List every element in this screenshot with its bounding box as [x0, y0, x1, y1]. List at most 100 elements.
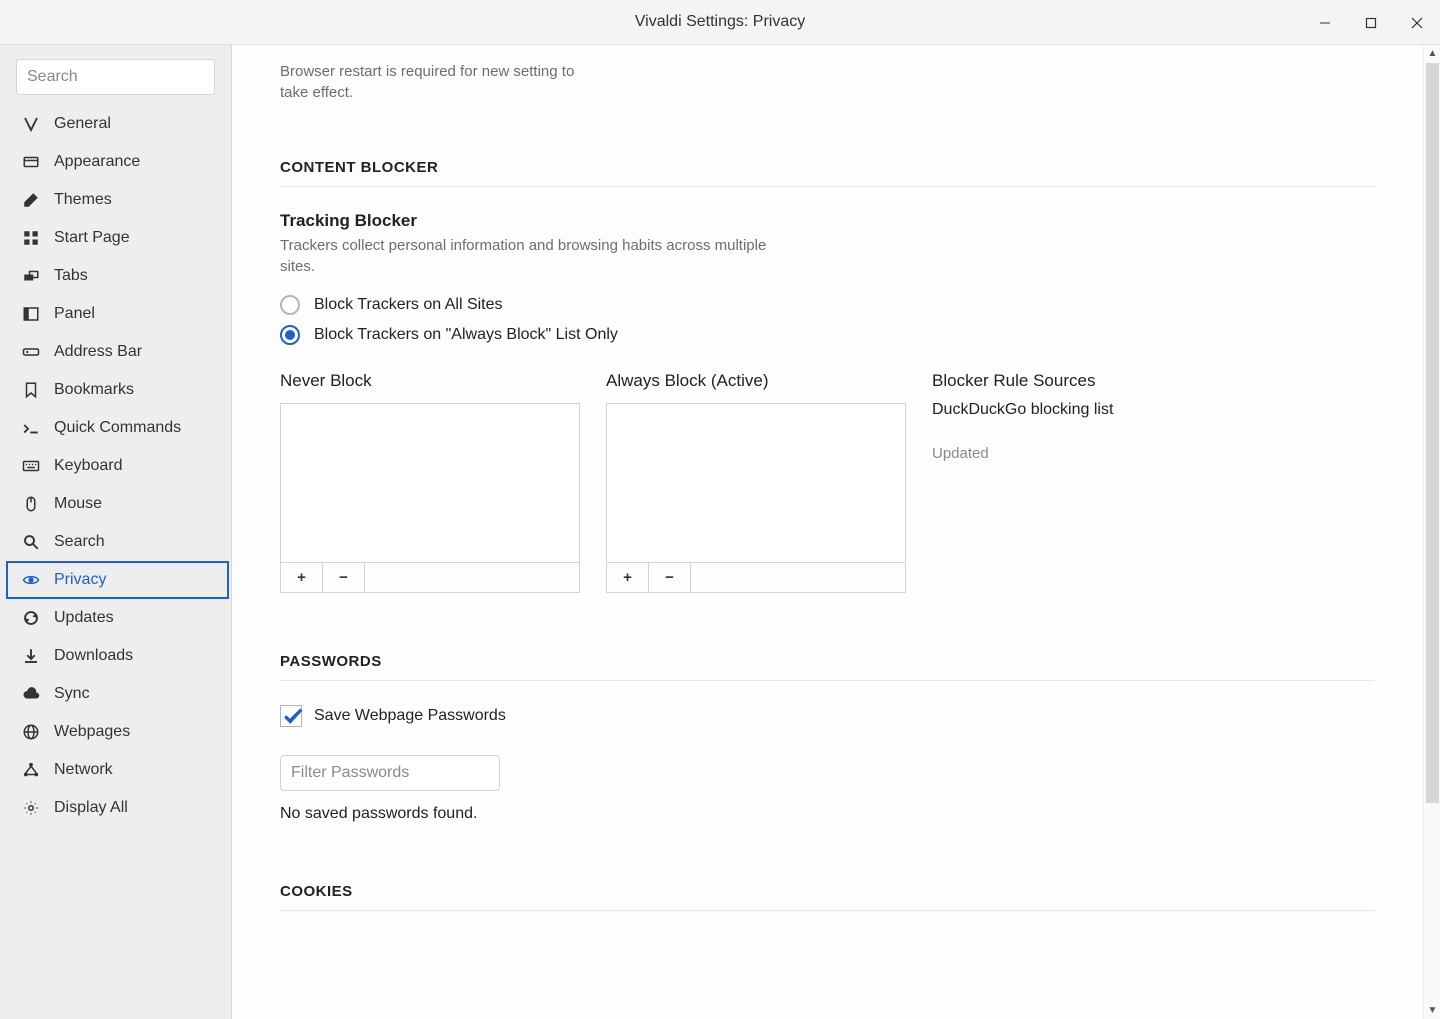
- sidebar-item-label: Search: [54, 533, 105, 551]
- sidebar-item-panel[interactable]: Panel: [0, 295, 231, 333]
- never-block-list[interactable]: [280, 403, 580, 563]
- sidebar-item-quick-commands[interactable]: Quick Commands: [0, 409, 231, 447]
- rule-sources-title: Blocker Rule Sources: [932, 371, 1375, 391]
- sync-icon: [22, 609, 40, 627]
- panel-icon: [22, 305, 40, 323]
- maximize-button[interactable]: [1348, 0, 1394, 45]
- search-icon: [22, 533, 40, 551]
- sidebar-item-label: Downloads: [54, 647, 133, 665]
- sidebar-item-label: Appearance: [54, 153, 140, 171]
- radio-label: Block Trackers on All Sites: [314, 296, 503, 314]
- restart-notice: Browser restart is required for new sett…: [280, 61, 580, 103]
- sidebar-item-label: Tabs: [54, 267, 88, 285]
- no-passwords-text: No saved passwords found.: [280, 805, 1375, 823]
- save-passwords-label: Save Webpage Passwords: [314, 707, 506, 725]
- gear-icon: [22, 799, 40, 817]
- sidebar-item-label: Mouse: [54, 495, 102, 513]
- sidebar-item-appearance[interactable]: Appearance: [0, 143, 231, 181]
- scroll-up-button[interactable]: ▲: [1424, 45, 1440, 62]
- sidebar-item-network[interactable]: Network: [0, 751, 231, 789]
- sidebar-item-start-page[interactable]: Start Page: [0, 219, 231, 257]
- rule-sources-item: DuckDuckGo blocking list: [932, 401, 1375, 419]
- sidebar-item-keyboard[interactable]: Keyboard: [0, 447, 231, 485]
- sidebar-item-label: Privacy: [54, 571, 106, 589]
- sidebar-item-search[interactable]: Search: [0, 523, 231, 561]
- passwords-heading: PASSWORDS: [280, 653, 1375, 681]
- keyboard-icon: [22, 457, 40, 475]
- sidebar-item-label: Display All: [54, 799, 128, 817]
- never-block-remove-button[interactable]: −: [323, 563, 365, 592]
- tabs-icon: [22, 267, 40, 285]
- brush-icon: [22, 191, 40, 209]
- eye-icon: [22, 571, 40, 589]
- sidebar-item-tabs[interactable]: Tabs: [0, 257, 231, 295]
- vivaldi-icon: [22, 115, 40, 133]
- never-block-spacer: [365, 563, 579, 592]
- addressbar-icon: [22, 343, 40, 361]
- sidebar-item-bookmarks[interactable]: Bookmarks: [0, 371, 231, 409]
- check-icon: [280, 705, 302, 727]
- always-block-title: Always Block (Active): [606, 371, 906, 391]
- radio-label: Block Trackers on "Always Block" List On…: [314, 326, 618, 344]
- tracking-blocker-title: Tracking Blocker: [280, 211, 1375, 231]
- sidebar-item-label: General: [54, 115, 111, 133]
- sidebar-item-label: Panel: [54, 305, 95, 323]
- scroll-thumb[interactable]: [1426, 63, 1439, 803]
- bookmark-icon: [22, 381, 40, 399]
- maximize-icon: [1365, 17, 1377, 29]
- network-icon: [22, 761, 40, 779]
- sidebar-item-downloads[interactable]: Downloads: [0, 637, 231, 675]
- search-input[interactable]: [16, 59, 215, 95]
- scroll-down-button[interactable]: ▼: [1424, 1002, 1440, 1019]
- close-icon: [1411, 17, 1423, 29]
- radio-icon: [280, 325, 300, 345]
- always-block-add-button[interactable]: +: [607, 563, 649, 592]
- save-passwords-checkbox[interactable]: Save Webpage Passwords: [280, 705, 1375, 727]
- sidebar-item-label: Quick Commands: [54, 419, 181, 437]
- always-block-list[interactable]: [606, 403, 906, 563]
- never-block-title: Never Block: [280, 371, 580, 391]
- sidebar-item-label: Sync: [54, 685, 90, 703]
- sidebar-item-webpages[interactable]: Webpages: [0, 713, 231, 751]
- close-button[interactable]: [1394, 0, 1440, 45]
- tracking-blocker-desc: Trackers collect personal information an…: [280, 235, 800, 277]
- mouse-icon: [22, 495, 40, 513]
- sidebar-item-label: Network: [54, 761, 113, 779]
- sidebar: General Appearance Themes Start Page Tabs Pan…: [0, 45, 232, 1019]
- sidebar-item-label: Start Page: [54, 229, 130, 247]
- rule-sources-updated: Updated: [932, 445, 1375, 462]
- sidebar-item-sync[interactable]: Sync: [0, 675, 231, 713]
- quick-icon: [22, 419, 40, 437]
- minimize-icon: [1319, 17, 1331, 29]
- tracking-option-0[interactable]: Block Trackers on All Sites: [280, 295, 1375, 315]
- sidebar-item-mouse[interactable]: Mouse: [0, 485, 231, 523]
- never-block-add-button[interactable]: +: [281, 563, 323, 592]
- radio-icon: [280, 295, 300, 315]
- sidebar-item-display-all[interactable]: Display All: [0, 789, 231, 827]
- download-icon: [22, 647, 40, 665]
- filter-passwords-input[interactable]: [280, 755, 500, 791]
- tracking-option-1[interactable]: Block Trackers on "Always Block" List On…: [280, 325, 1375, 345]
- content-blocker-heading: CONTENT BLOCKER: [280, 159, 1375, 187]
- sidebar-item-label: Webpages: [54, 723, 130, 741]
- always-block-remove-button[interactable]: −: [649, 563, 691, 592]
- sidebar-item-themes[interactable]: Themes: [0, 181, 231, 219]
- grid-icon: [22, 229, 40, 247]
- sidebar-item-general[interactable]: General: [0, 105, 231, 143]
- sidebar-item-label: Bookmarks: [54, 381, 134, 399]
- globe-icon: [22, 723, 40, 741]
- sidebar-item-label: Themes: [54, 191, 112, 209]
- cookies-heading: COOKIES: [280, 883, 1375, 911]
- sidebar-item-label: Address Bar: [54, 343, 142, 361]
- sidebar-item-updates[interactable]: Updates: [0, 599, 231, 637]
- cloud-icon: [22, 685, 40, 703]
- settings-content: Browser restart is required for new sett…: [232, 45, 1423, 1019]
- sidebar-item-label: Keyboard: [54, 457, 123, 475]
- scrollbar[interactable]: ▲ ▼: [1423, 45, 1440, 1019]
- window-title: Vivaldi Settings: Privacy: [635, 13, 805, 31]
- sidebar-item-privacy[interactable]: Privacy: [0, 561, 231, 599]
- sidebar-item-address-bar[interactable]: Address Bar: [0, 333, 231, 371]
- always-block-spacer: [691, 563, 905, 592]
- sidebar-item-label: Updates: [54, 609, 114, 627]
- minimize-button[interactable]: [1302, 0, 1348, 45]
